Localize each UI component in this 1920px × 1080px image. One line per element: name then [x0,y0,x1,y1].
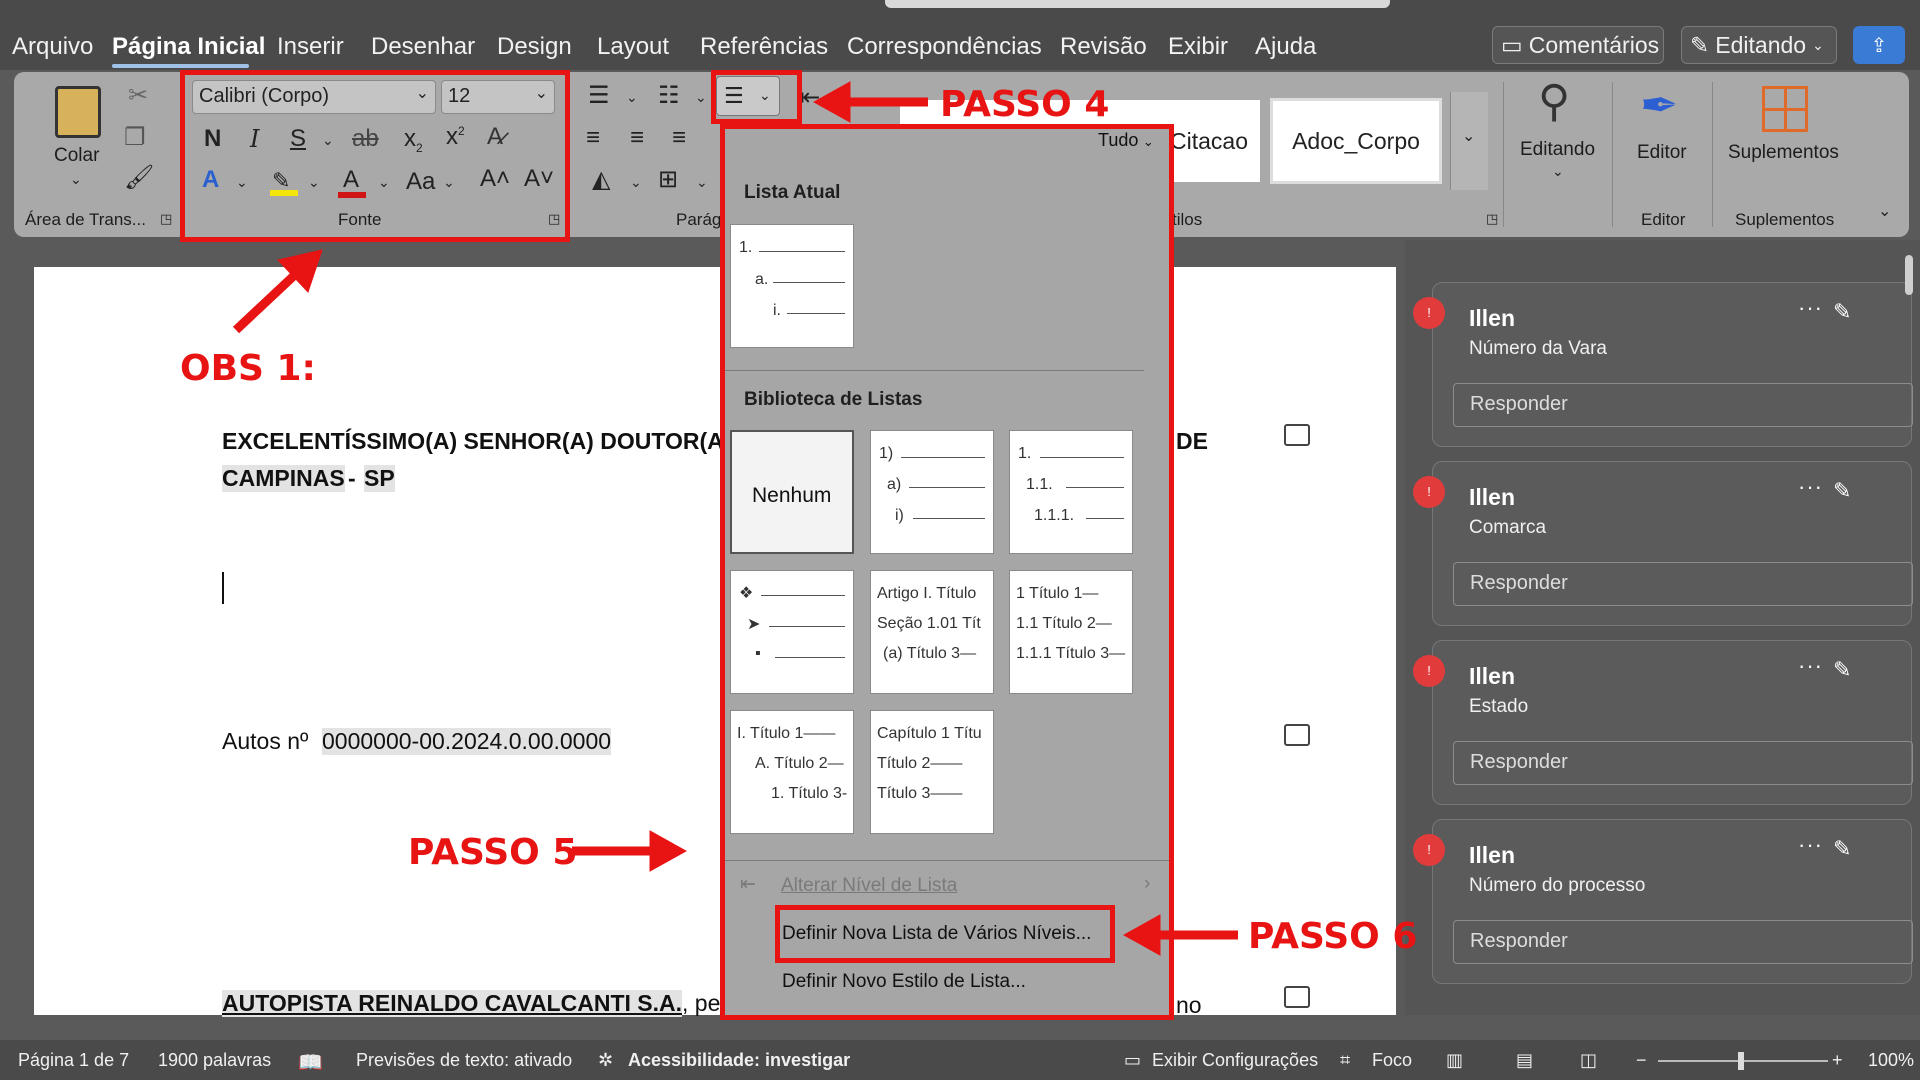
annotation-passo4: PASSO 4 [940,84,1110,125]
arrow-obs1-line [232,266,304,334]
annotation-arrows [232,81,1238,956]
annotation-passo6: PASSO 6 [1248,916,1418,957]
arrow-passo5-head [649,830,688,872]
arrow-passo4-head [812,81,851,123]
annotation-passo5: PASSO 5 [408,832,578,873]
annotation-obs1: OBS 1: [180,348,316,389]
arrow-passo6-head [1122,914,1161,956]
